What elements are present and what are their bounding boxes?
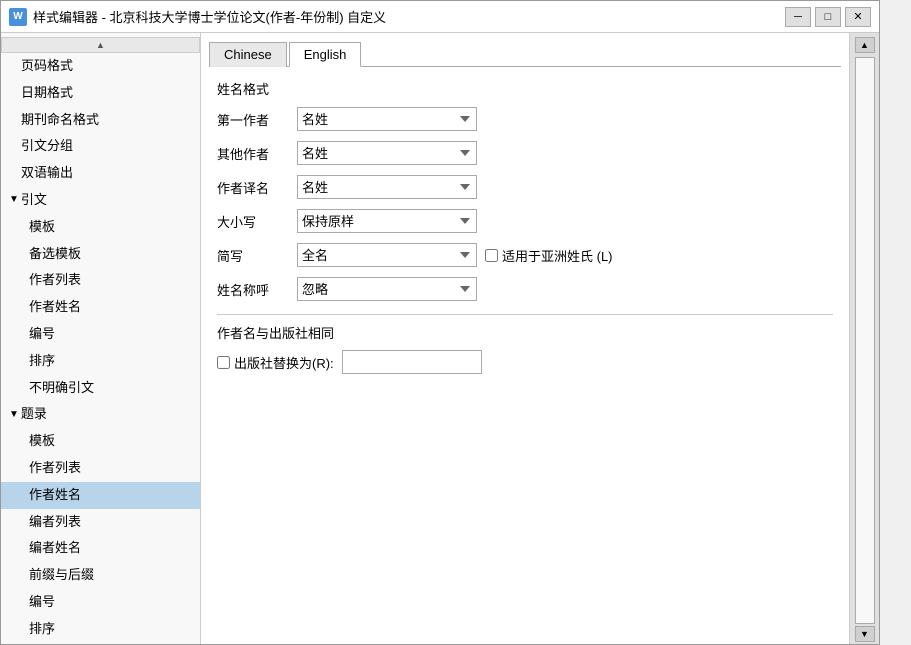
- publisher-section-title: 作者名与出版社相同: [217, 323, 833, 342]
- capitalization-row: 大小写 保持原样 全大写 全小写 首字母大写: [217, 208, 833, 234]
- abbreviation-select[interactable]: 全名 缩写 首字母: [297, 243, 477, 267]
- capitalization-control: 保持原样 全大写 全小写 首字母大写: [297, 209, 477, 233]
- tab-bar: Chinese English: [209, 41, 841, 67]
- abbreviation-row: 简写 全名 缩写 首字母 适用于亚洲姓氏 (L): [217, 242, 833, 268]
- sidebar-item-journal-name-format[interactable]: 期刊命名格式: [1, 107, 200, 134]
- sidebar-item-bibliography-order[interactable]: 排序: [1, 616, 200, 643]
- sidebar-item-citation-ambiguous[interactable]: 不明确引文: [1, 375, 200, 402]
- app-icon: W: [9, 8, 27, 26]
- translated-author-label: 作者译名: [217, 178, 297, 197]
- bibliography-group-label: 题录: [21, 404, 47, 425]
- sidebar-scroll-up[interactable]: ▲: [1, 37, 200, 53]
- sidebar-item-citation-group[interactable]: 引文分组: [1, 133, 200, 160]
- right-scroll-down[interactable]: ▼: [855, 626, 875, 642]
- tab-chinese[interactable]: Chinese: [209, 42, 287, 67]
- first-author-select[interactable]: 名姓 姓名 姓, 名 名 姓: [297, 107, 477, 131]
- sidebar-item-bibliography-template[interactable]: 模板: [1, 428, 200, 455]
- first-author-control: 名姓 姓名 姓, 名 名 姓: [297, 107, 477, 131]
- right-scroll-panel: ▲ ▼: [849, 33, 879, 644]
- window-title: 样式编辑器 - 北京科技大学博士学位论文(作者-年份制) 自定义: [33, 7, 785, 26]
- right-scroll-up[interactable]: ▲: [855, 37, 875, 53]
- sidebar-item-citation-backup-template[interactable]: 备选模板: [1, 241, 200, 268]
- translated-author-select[interactable]: 名姓 姓名 姓, 名 名 姓: [297, 175, 477, 199]
- sidebar-item-citation-order[interactable]: 排序: [1, 348, 200, 375]
- citation-group-label: 引文: [21, 190, 47, 211]
- asian-name-checkbox-text: 适用于亚洲姓氏 (L): [502, 246, 613, 265]
- sidebar: ▲ 页码格式 日期格式 期刊命名格式 引文分组 双语输出 ▼ 引文 模板 备选模…: [1, 33, 201, 644]
- name-title-select[interactable]: 忽略 保留 删除: [297, 277, 477, 301]
- bibliography-arrow-icon: ▼: [9, 407, 19, 423]
- sidebar-item-bibliography-numbering[interactable]: 编号: [1, 589, 200, 616]
- form-area: 姓名格式 第一作者 名姓 姓名 姓, 名 名 姓 其他作者: [209, 75, 841, 636]
- sidebar-item-bibliography-author-name[interactable]: 作者姓名: [1, 482, 200, 509]
- other-authors-select[interactable]: 名姓 姓名 姓, 名 名 姓: [297, 141, 477, 165]
- maximize-button[interactable]: □: [815, 7, 841, 27]
- sidebar-item-bibliography-title-case[interactable]: 标题大小写: [1, 643, 200, 644]
- capitalization-select[interactable]: 保持原样 全大写 全小写 首字母大写: [297, 209, 477, 233]
- sidebar-item-citation-numbering[interactable]: 编号: [1, 321, 200, 348]
- publisher-checkbox-text: 出版社替换为(R):: [234, 353, 334, 372]
- close-button[interactable]: ✕: [845, 7, 871, 27]
- name-title-control: 忽略 保留 删除: [297, 277, 477, 301]
- publisher-input[interactable]: [342, 350, 482, 374]
- citation-group-header[interactable]: ▼ 引文: [1, 187, 200, 214]
- main-panel: Chinese English 姓名格式 第一作者 名姓 姓名 姓, 名 名 姓: [201, 33, 849, 644]
- publisher-checkbox[interactable]: [217, 356, 230, 369]
- minimize-button[interactable]: ─: [785, 7, 811, 27]
- publisher-row: 出版社替换为(R):: [217, 350, 833, 374]
- tab-english[interactable]: English: [289, 42, 362, 67]
- sidebar-item-bibliography-editor-list[interactable]: 编者列表: [1, 509, 200, 536]
- sidebar-item-bilingual-output[interactable]: 双语输出: [1, 160, 200, 187]
- asian-name-checkbox-label[interactable]: 适用于亚洲姓氏 (L): [485, 246, 613, 265]
- other-authors-control: 名姓 姓名 姓, 名 名 姓: [297, 141, 477, 165]
- abbreviation-control: 全名 缩写 首字母 适用于亚洲姓氏 (L): [297, 243, 613, 267]
- name-title-label: 姓名称呼: [217, 280, 297, 299]
- sidebar-item-bibliography-author-list[interactable]: 作者列表: [1, 455, 200, 482]
- sidebar-item-date-format[interactable]: 日期格式: [1, 80, 200, 107]
- title-buttons: ─ □ ✕: [785, 7, 871, 27]
- sidebar-item-page-format[interactable]: 页码格式: [1, 53, 200, 80]
- content-area: ▲ 页码格式 日期格式 期刊命名格式 引文分组 双语输出 ▼ 引文 模板 备选模…: [1, 33, 879, 644]
- name-title-row: 姓名称呼 忽略 保留 删除: [217, 276, 833, 302]
- publisher-section: 作者名与出版社相同 出版社替换为(R):: [217, 314, 833, 374]
- abbreviation-label: 简写: [217, 246, 297, 265]
- sidebar-item-bibliography-prefix-suffix[interactable]: 前缀与后缀: [1, 562, 200, 589]
- translated-author-control: 名姓 姓名 姓, 名 名 姓: [297, 175, 477, 199]
- title-bar: W 样式编辑器 - 北京科技大学博士学位论文(作者-年份制) 自定义 ─ □ ✕: [1, 1, 879, 33]
- capitalization-label: 大小写: [217, 212, 297, 231]
- sidebar-item-citation-template[interactable]: 模板: [1, 214, 200, 241]
- other-authors-label: 其他作者: [217, 144, 297, 163]
- other-authors-row: 其他作者 名姓 姓名 姓, 名 名 姓: [217, 140, 833, 166]
- bibliography-group-header[interactable]: ▼ 题录: [1, 401, 200, 428]
- sidebar-item-citation-author-list[interactable]: 作者列表: [1, 267, 200, 294]
- first-author-label: 第一作者: [217, 110, 297, 129]
- citation-arrow-icon: ▼: [9, 192, 19, 208]
- asian-name-checkbox[interactable]: [485, 249, 498, 262]
- translated-author-row: 作者译名 名姓 姓名 姓, 名 名 姓: [217, 174, 833, 200]
- name-format-section-title: 姓名格式: [217, 79, 833, 98]
- publisher-checkbox-label[interactable]: 出版社替换为(R):: [217, 353, 334, 372]
- sidebar-item-bibliography-editor-name[interactable]: 编者姓名: [1, 535, 200, 562]
- first-author-row: 第一作者 名姓 姓名 姓, 名 名 姓: [217, 106, 833, 132]
- sidebar-item-citation-author-name[interactable]: 作者姓名: [1, 294, 200, 321]
- right-scroll-track: [855, 57, 875, 624]
- main-window: W 样式编辑器 - 北京科技大学博士学位论文(作者-年份制) 自定义 ─ □ ✕…: [0, 0, 880, 645]
